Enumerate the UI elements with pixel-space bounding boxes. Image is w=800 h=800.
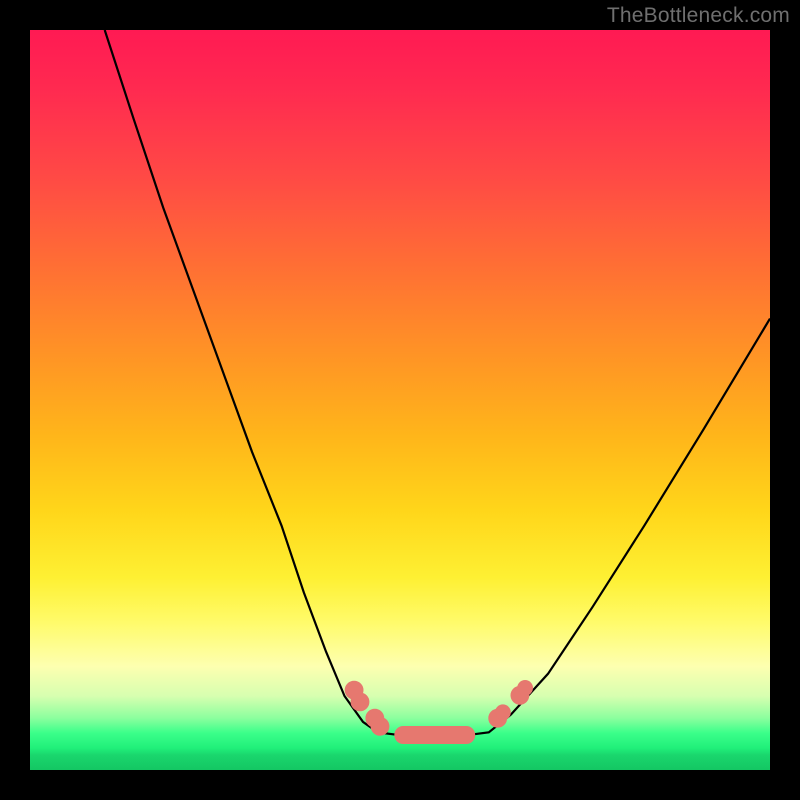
bottleneck-curve xyxy=(105,30,770,736)
chart-frame: TheBottleneck.com xyxy=(0,0,800,800)
valley-dot xyxy=(496,705,511,720)
valley-dot xyxy=(371,717,389,735)
watermark-text: TheBottleneck.com xyxy=(607,4,790,28)
plot-area xyxy=(30,30,770,770)
curve-layer xyxy=(30,30,770,770)
valley-markers xyxy=(345,681,532,744)
valley-dot xyxy=(518,681,533,696)
valley-dot xyxy=(351,693,369,711)
valley-pill xyxy=(395,727,475,744)
